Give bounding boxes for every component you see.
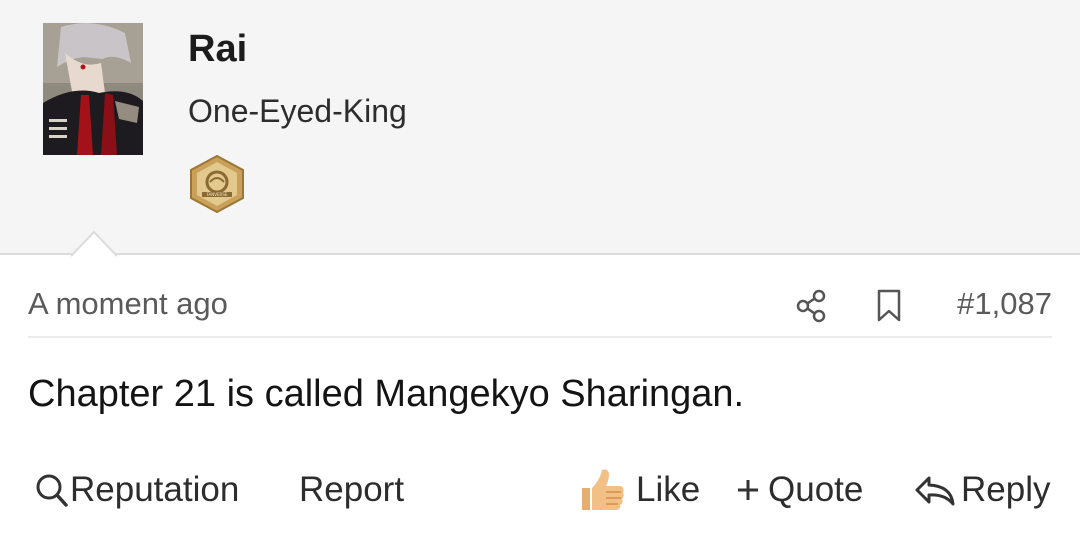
report-button[interactable]: Report: [299, 462, 404, 518]
like-button[interactable]: Like: [578, 462, 700, 518]
bookmark-icon[interactable]: [874, 288, 904, 324]
reply-arrow-icon: [915, 476, 955, 506]
report-label: Report: [299, 470, 405, 509]
username[interactable]: Rai: [188, 28, 247, 71]
badge-label: FANVERSE: [207, 192, 228, 197]
reply-label: Reply: [961, 470, 1051, 509]
like-label: Like: [636, 470, 701, 509]
user-avatar[interactable]: [43, 23, 143, 155]
share-icon[interactable]: [794, 288, 828, 324]
search-icon: [36, 474, 68, 507]
reputation-button[interactable]: Reputation: [32, 462, 239, 518]
avatar-image: [43, 23, 143, 155]
thumbs-up-icon: [582, 469, 624, 510]
post-message: Chapter 21 is called Mangekyo Sharingan.: [28, 373, 745, 415]
trophy-badge[interactable]: FANVERSE: [188, 154, 246, 214]
user-title: One-Eyed-King: [188, 93, 407, 129]
reply-button[interactable]: Reply: [913, 462, 1050, 518]
post-meta: A moment ago #1,087: [28, 268, 1052, 338]
reputation-label: Reputation: [70, 470, 240, 509]
quote-button[interactable]: Quote: [734, 462, 863, 518]
post-actions: Reputation Report Like Quote Reply: [0, 462, 1080, 522]
hexagon-badge-icon: FANVERSE: [190, 154, 244, 214]
post-timestamp[interactable]: A moment ago: [28, 286, 228, 322]
quote-label: Quote: [768, 470, 864, 509]
user-block: Rai One-Eyed-King FANVERSE: [0, 0, 1080, 257]
post-number[interactable]: #1,087: [957, 286, 1052, 322]
plus-icon: [738, 480, 758, 500]
